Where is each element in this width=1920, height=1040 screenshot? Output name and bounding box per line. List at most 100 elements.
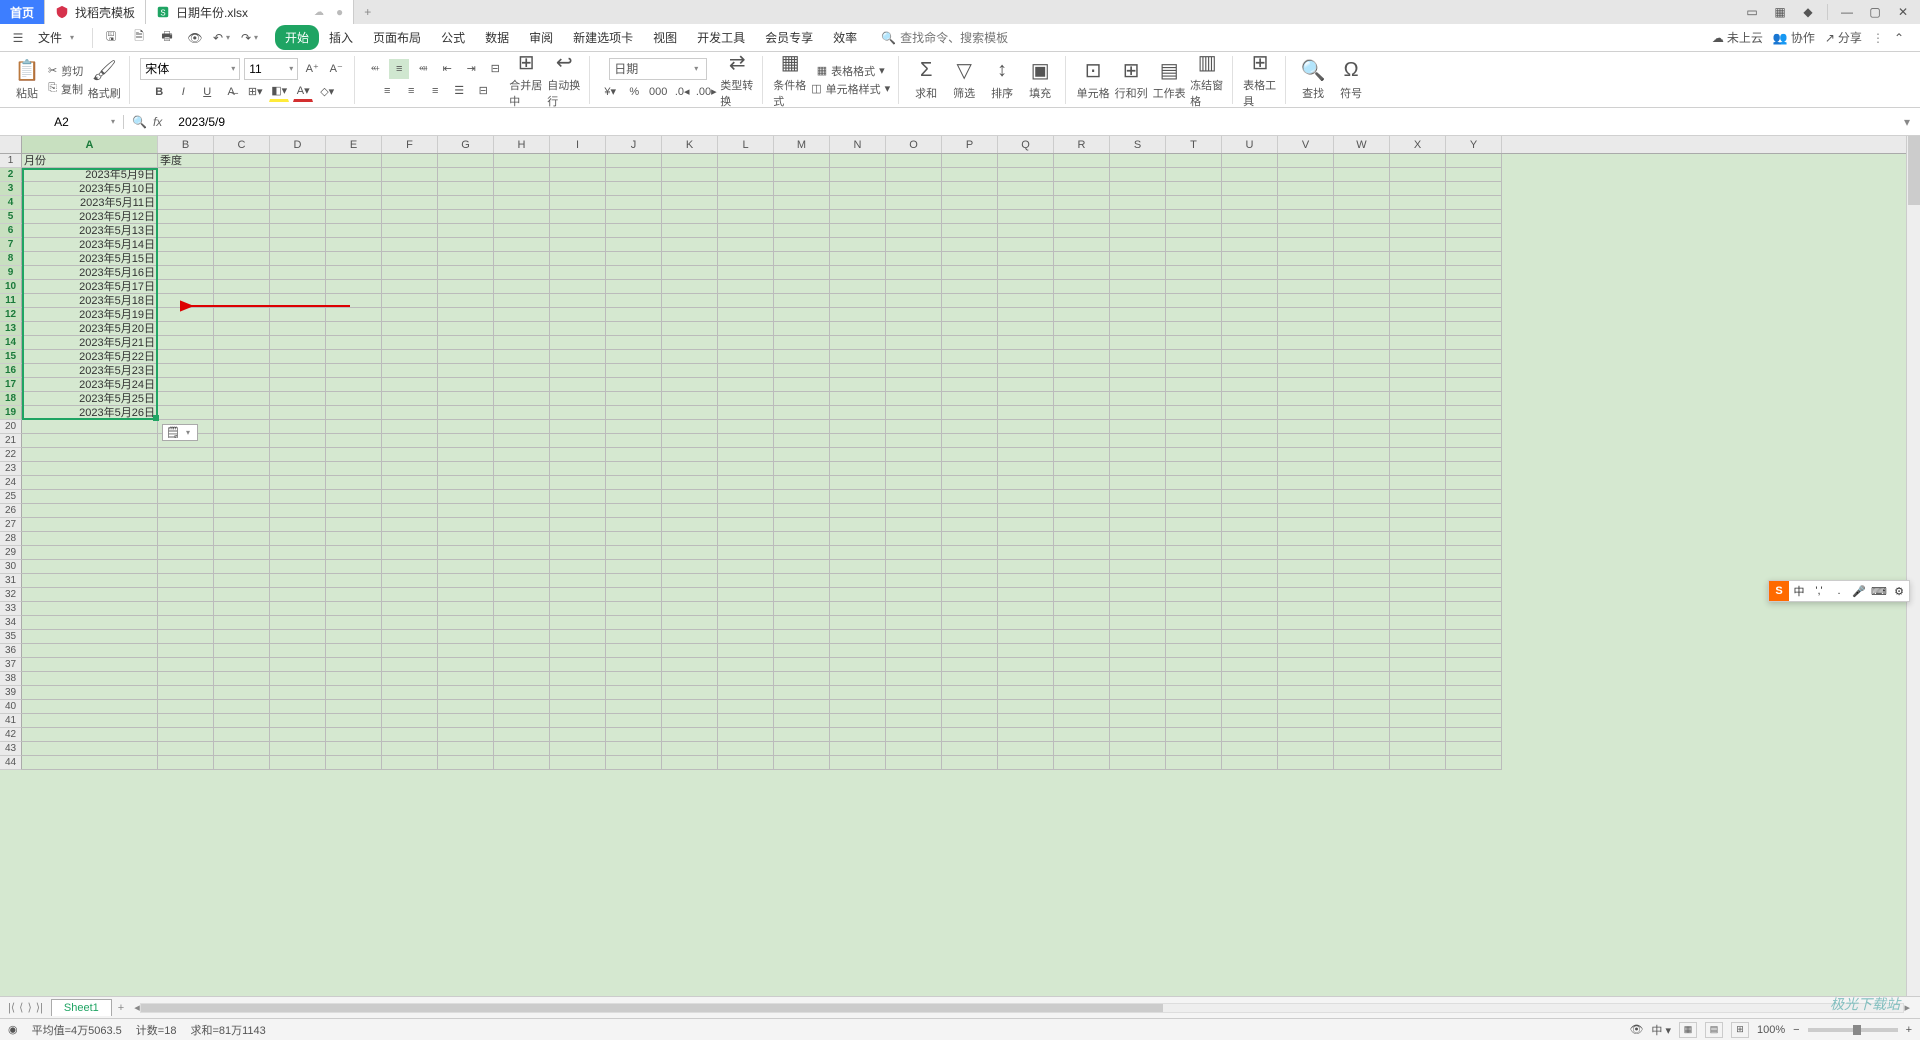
cell-T12[interactable] [1166, 308, 1222, 322]
cell-M3[interactable] [774, 182, 830, 196]
cell-J37[interactable] [606, 658, 662, 672]
ime-item-3[interactable]: 🎤 [1849, 581, 1869, 601]
cell-P9[interactable] [942, 266, 998, 280]
cell-I4[interactable] [550, 196, 606, 210]
fx-label[interactable]: fx [153, 115, 162, 129]
cell-P25[interactable] [942, 490, 998, 504]
cell-F24[interactable] [382, 476, 438, 490]
cell-Y43[interactable] [1446, 742, 1502, 756]
cell-G17[interactable] [438, 378, 494, 392]
row-header-36[interactable]: 36 [0, 644, 22, 658]
cell-A41[interactable] [22, 714, 158, 728]
cell-H32[interactable] [494, 588, 550, 602]
cell-B31[interactable] [158, 574, 214, 588]
cell-E34[interactable] [326, 616, 382, 630]
cell-Y11[interactable] [1446, 294, 1502, 308]
cell-O5[interactable] [886, 210, 942, 224]
cell-D36[interactable] [270, 644, 326, 658]
cell-W19[interactable] [1334, 406, 1390, 420]
cell-B27[interactable] [158, 518, 214, 532]
cell-T30[interactable] [1166, 560, 1222, 574]
cell-E16[interactable] [326, 364, 382, 378]
cell-X14[interactable] [1390, 336, 1446, 350]
cell-R19[interactable] [1054, 406, 1110, 420]
cell-A9[interactable]: 2023年5月16日 [22, 266, 158, 280]
cell-S39[interactable] [1110, 686, 1166, 700]
cell-F13[interactable] [382, 322, 438, 336]
cell-F10[interactable] [382, 280, 438, 294]
cell-X23[interactable] [1390, 462, 1446, 476]
cell-S1[interactable] [1110, 154, 1166, 168]
row-header-13[interactable]: 13 [0, 322, 22, 336]
cell-A31[interactable] [22, 574, 158, 588]
cell-I2[interactable] [550, 168, 606, 182]
cell-P10[interactable] [942, 280, 998, 294]
cell-D38[interactable] [270, 672, 326, 686]
cell-F44[interactable] [382, 756, 438, 770]
cell-C30[interactable] [214, 560, 270, 574]
cell-A29[interactable] [22, 546, 158, 560]
cell-L29[interactable] [718, 546, 774, 560]
cell-H10[interactable] [494, 280, 550, 294]
cell-A42[interactable] [22, 728, 158, 742]
cell-P41[interactable] [942, 714, 998, 728]
cell-B5[interactable] [158, 210, 214, 224]
cell-R24[interactable] [1054, 476, 1110, 490]
cell-O34[interactable] [886, 616, 942, 630]
cell-I30[interactable] [550, 560, 606, 574]
cell-R36[interactable] [1054, 644, 1110, 658]
cell-A39[interactable] [22, 686, 158, 700]
cell-Y15[interactable] [1446, 350, 1502, 364]
cell-P44[interactable] [942, 756, 998, 770]
cell-X13[interactable] [1390, 322, 1446, 336]
cell-V23[interactable] [1278, 462, 1334, 476]
cell-L19[interactable] [718, 406, 774, 420]
row-header-34[interactable]: 34 [0, 616, 22, 630]
cell-U21[interactable] [1222, 434, 1278, 448]
fill-color-button[interactable]: ◧▾ [269, 82, 289, 102]
cell-N30[interactable] [830, 560, 886, 574]
paste-options-button[interactable]: 🗒▾ [162, 424, 198, 441]
cell-T9[interactable] [1166, 266, 1222, 280]
cell-B26[interactable] [158, 504, 214, 518]
cell-D27[interactable] [270, 518, 326, 532]
cell-P37[interactable] [942, 658, 998, 672]
cell-M18[interactable] [774, 392, 830, 406]
cell-V10[interactable] [1278, 280, 1334, 294]
fill-button[interactable]: ▣填充 [1023, 59, 1057, 101]
cell-W41[interactable] [1334, 714, 1390, 728]
cell-X21[interactable] [1390, 434, 1446, 448]
cell-O9[interactable] [886, 266, 942, 280]
cell-Y24[interactable] [1446, 476, 1502, 490]
cell-Y39[interactable] [1446, 686, 1502, 700]
cell-V22[interactable] [1278, 448, 1334, 462]
cell-E22[interactable] [326, 448, 382, 462]
cell-V44[interactable] [1278, 756, 1334, 770]
cell-P17[interactable] [942, 378, 998, 392]
cell-D28[interactable] [270, 532, 326, 546]
cell-Q41[interactable] [998, 714, 1054, 728]
cell-B38[interactable] [158, 672, 214, 686]
cell-T3[interactable] [1166, 182, 1222, 196]
cell-J24[interactable] [606, 476, 662, 490]
cell-J4[interactable] [606, 196, 662, 210]
table-style-button[interactable]: ▦表格格式▾ [817, 63, 885, 79]
zoom-slider[interactable] [1808, 1028, 1898, 1032]
cell-T22[interactable] [1166, 448, 1222, 462]
orientation-button[interactable]: ⊟ [485, 59, 505, 79]
cell-D43[interactable] [270, 742, 326, 756]
cell-R26[interactable] [1054, 504, 1110, 518]
currency-button[interactable]: ¥▾ [600, 82, 620, 102]
cell-O3[interactable] [886, 182, 942, 196]
cell-D17[interactable] [270, 378, 326, 392]
row-header-18[interactable]: 18 [0, 392, 22, 406]
cell-F25[interactable] [382, 490, 438, 504]
cell-P36[interactable] [942, 644, 998, 658]
cell-H3[interactable] [494, 182, 550, 196]
eye-icon[interactable]: 👁 [1629, 1023, 1643, 1036]
cell-N11[interactable] [830, 294, 886, 308]
cell-L14[interactable] [718, 336, 774, 350]
cell-L37[interactable] [718, 658, 774, 672]
cell-B3[interactable] [158, 182, 214, 196]
cell-T25[interactable] [1166, 490, 1222, 504]
